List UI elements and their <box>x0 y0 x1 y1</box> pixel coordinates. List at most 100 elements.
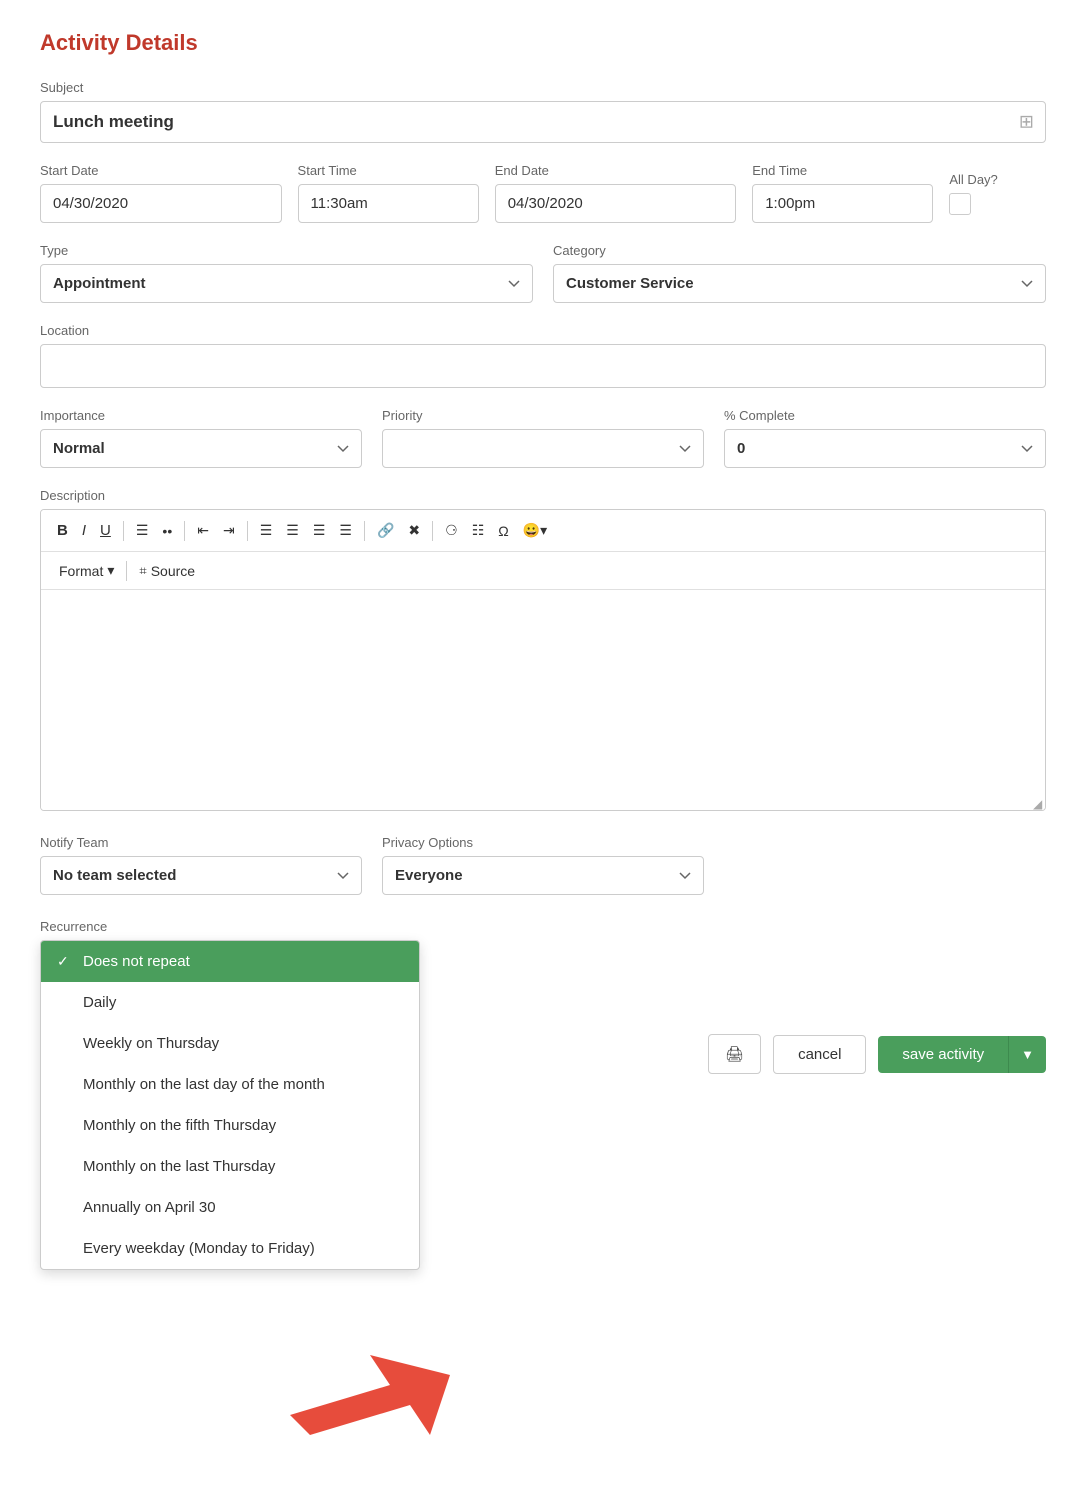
category-field: Category Customer Service <box>553 243 1046 303</box>
recurrence-option-label-7: Every weekday (Monday to Friday) <box>83 1240 315 1257</box>
importance-field: Importance Normal <box>40 408 362 468</box>
source-button[interactable]: ⌗ Source <box>131 559 203 583</box>
source-label: Source <box>151 563 195 579</box>
description-label: Description <box>40 488 1046 503</box>
link-button[interactable]: 🔗 <box>371 518 400 543</box>
recurrence-option-label-2: Weekly on Thursday <box>83 1035 219 1052</box>
editor-container: B I U ☰ •• ⇤ ⇥ ☰ ☰ ☰ ☰ 🔗 ✖ ⚆ ☷ Ω 😀▾ Form… <box>40 509 1046 811</box>
align-justify-button[interactable]: ☰ <box>333 518 358 543</box>
toolbar-separator-4 <box>364 521 365 541</box>
all-day-checkbox[interactable] <box>949 193 971 215</box>
page-title: Activity Details <box>40 30 1046 56</box>
importance-label: Importance <box>40 408 362 423</box>
type-field: Type Appointment <box>40 243 533 303</box>
type-label: Type <box>40 243 533 258</box>
toolbar-separator-3 <box>247 521 248 541</box>
start-time-label: Start Time <box>298 163 479 178</box>
start-time-input[interactable] <box>298 184 479 223</box>
toolbar-separator-5 <box>432 521 433 541</box>
recurrence-label: Recurrence <box>40 919 1046 934</box>
increase-indent-button[interactable]: ⇥ <box>217 518 241 543</box>
percent-complete-label: % Complete <box>724 408 1046 423</box>
percent-complete-field: % Complete 0 <box>724 408 1046 468</box>
end-time-label: End Time <box>752 163 933 178</box>
recurrence-menu: ✓ Does not repeat Daily Weekly on Thursd… <box>40 940 420 1270</box>
end-time-input[interactable] <box>752 184 933 223</box>
decrease-indent-button[interactable]: ⇤ <box>191 518 215 543</box>
save-activity-group: save activity ▼ <box>878 1036 1046 1073</box>
format-separator <box>126 561 127 581</box>
type-select[interactable]: Appointment <box>40 264 533 303</box>
save-activity-button[interactable]: save activity <box>878 1036 1008 1073</box>
recurrence-option-label-6: Annually on April 30 <box>83 1199 216 1216</box>
save-activity-dropdown-button[interactable]: ▼ <box>1008 1036 1046 1073</box>
recurrence-option-annually[interactable]: Annually on April 30 <box>41 1187 419 1228</box>
source-icon: ⌗ <box>139 563 146 579</box>
end-date-input[interactable] <box>495 184 737 223</box>
format-label: Format <box>59 563 103 579</box>
recurrence-option-daily[interactable]: Daily <box>41 982 419 1023</box>
notify-team-field: Notify Team No team selected <box>40 835 362 895</box>
recurrence-option-label-1: Daily <box>83 994 116 1011</box>
arrow-annotation <box>290 1355 450 1438</box>
print-icon: 🖨 <box>725 1046 744 1063</box>
date-time-row: Start Date Start Time End Date End Time … <box>40 163 1046 223</box>
end-date-label: End Date <box>495 163 737 178</box>
recurrence-option-monthly-last-day[interactable]: Monthly on the last day of the month <box>41 1064 419 1105</box>
editor-toolbar: B I U ☰ •• ⇤ ⇥ ☰ ☰ ☰ ☰ 🔗 ✖ ⚆ ☷ Ω 😀▾ <box>41 510 1045 552</box>
format-row: Format ▾ ⌗ Source <box>41 552 1045 590</box>
recurrence-section: Recurrence ✓ Does not repeat Daily Weekl… <box>40 919 1046 934</box>
location-section: Location <box>40 323 1046 388</box>
category-label: Category <box>553 243 1046 258</box>
start-date-input[interactable] <box>40 184 282 223</box>
recurrence-option-label-5: Monthly on the last Thursday <box>83 1158 275 1175</box>
format-chevron-icon: ▾ <box>107 562 114 579</box>
emoji-button[interactable]: 😀▾ <box>517 518 553 543</box>
importance-priority-row: Importance Normal Priority % Complete 0 <box>40 408 1046 468</box>
importance-select[interactable]: Normal <box>40 429 362 468</box>
recurrence-option-does-not-repeat[interactable]: ✓ Does not repeat <box>41 941 419 982</box>
recurrence-option-monthly-last-thursday[interactable]: Monthly on the last Thursday <box>41 1146 419 1187</box>
recurrence-option-weekly-thursday[interactable]: Weekly on Thursday <box>41 1023 419 1064</box>
percent-complete-select[interactable]: 0 <box>724 429 1046 468</box>
description-section: Description B I U ☰ •• ⇤ ⇥ ☰ ☰ ☰ ☰ 🔗 ✖ ⚆… <box>40 488 1046 811</box>
check-icon: ✓ <box>57 953 73 970</box>
notify-privacy-row: Notify Team No team selected Privacy Opt… <box>40 835 1046 895</box>
location-label: Location <box>40 323 1046 338</box>
location-input[interactable] <box>40 344 1046 388</box>
resize-handle[interactable]: ◢ <box>1033 798 1045 810</box>
align-left-button[interactable]: ☰ <box>254 518 279 543</box>
omega-button[interactable]: Ω <box>492 519 514 543</box>
bold-button[interactable]: B <box>51 518 74 543</box>
print-button[interactable]: 🖨 <box>708 1034 761 1074</box>
privacy-options-label: Privacy Options <box>382 835 704 850</box>
recurrence-option-label-4: Monthly on the fifth Thursday <box>83 1117 276 1134</box>
ordered-list-button[interactable]: ☰ <box>130 518 155 543</box>
align-center-button[interactable]: ☰ <box>280 518 305 543</box>
category-select[interactable]: Customer Service <box>553 264 1046 303</box>
format-button[interactable]: Format ▾ <box>51 558 122 583</box>
priority-select[interactable] <box>382 429 704 468</box>
unordered-list-button[interactable]: •• <box>156 519 178 543</box>
subject-input[interactable] <box>40 101 1046 143</box>
end-date-field: End Date <box>495 163 737 223</box>
image-button[interactable]: ⚆ <box>439 518 464 543</box>
recurrence-option-label-0: Does not repeat <box>83 953 190 970</box>
recurrence-option-monthly-fifth-thursday[interactable]: Monthly on the fifth Thursday <box>41 1105 419 1146</box>
cancel-button[interactable]: cancel <box>773 1035 866 1074</box>
italic-button[interactable]: I <box>76 518 92 543</box>
table-button[interactable]: ☷ <box>466 518 491 543</box>
align-right-button[interactable]: ☰ <box>307 518 332 543</box>
privacy-options-select[interactable]: Everyone <box>382 856 704 895</box>
editor-body[interactable]: ◢ <box>41 590 1045 810</box>
all-day-checkbox-wrap <box>949 193 1046 223</box>
start-date-label: Start Date <box>40 163 282 178</box>
all-day-field: All Day? <box>949 172 1046 223</box>
notify-team-select[interactable]: No team selected <box>40 856 362 895</box>
subject-wrapper: ⊞ <box>40 101 1046 143</box>
spacer-field <box>724 835 1046 895</box>
recurrence-option-every-weekday[interactable]: Every weekday (Monday to Friday) <box>41 1228 419 1269</box>
start-time-field: Start Time <box>298 163 479 223</box>
unlink-button[interactable]: ✖ <box>402 518 426 543</box>
underline-button[interactable]: U <box>94 518 117 543</box>
